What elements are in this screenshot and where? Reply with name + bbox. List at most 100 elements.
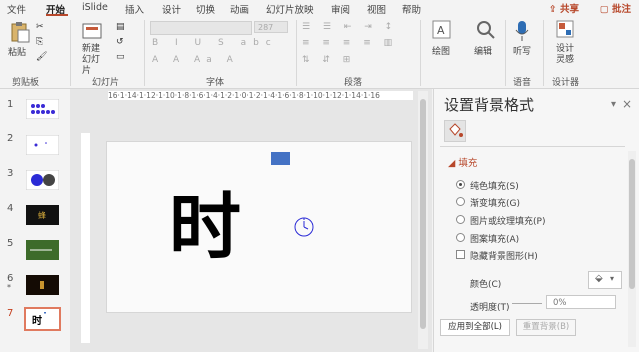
tab-slideshow[interactable]: 幻灯片放映 (266, 2, 314, 16)
slide-thumbnail-3[interactable] (26, 170, 59, 190)
slide-editor: 16·1·14·1·12·1·10·1·8·1·6·1·4·1·2·1·0·1·… (70, 89, 432, 352)
slides-group-label: 幻灯片 (92, 78, 120, 88)
paste-label: 粘贴 (8, 48, 27, 58)
tab-design[interactable]: 设计 (162, 2, 181, 16)
horizontal-ruler: 16·1·14·1·12·1·10·1·8·1·6·1·4·1·2·1·0·1·… (108, 91, 413, 100)
tab-file[interactable]: 文件 (7, 2, 26, 16)
font-style-buttons[interactable]: B I U S abc (152, 38, 278, 48)
designer-icon[interactable] (556, 20, 574, 40)
list-buttons[interactable]: ☰ ☰ ⇤ ⇥ ↕ (302, 22, 397, 32)
tab-insert[interactable]: 插入 (125, 2, 144, 16)
pattern-fill-label[interactable]: 图案填充(A) (470, 232, 519, 245)
group-separator (144, 20, 145, 86)
text-direction-buttons[interactable]: ⇅ ⇵ ⊞ (302, 55, 355, 65)
editor-scrollbar[interactable] (418, 91, 428, 349)
picture-fill-label[interactable]: 图片或纹理填充(P) (470, 214, 545, 227)
hide-background-label[interactable]: 隐藏背景图形(H) (470, 249, 538, 262)
section-icon[interactable]: ▭ (116, 52, 128, 62)
align-buttons[interactable]: ≡ ≡ ≡ ≡ ▥ (302, 38, 397, 48)
vertical-ruler (81, 133, 90, 343)
hide-background-checkbox[interactable] (456, 250, 465, 259)
solid-fill-label[interactable]: 纯色填充(S) (470, 179, 519, 192)
drawing-label: 绘图 (432, 47, 451, 57)
chevron-down-icon[interactable]: ▾ (611, 99, 616, 110)
svg-text:A: A (437, 24, 445, 37)
comment-button[interactable]: ▢ 批注 (600, 1, 631, 15)
gradient-fill-radio[interactable] (456, 197, 465, 206)
transparency-label: 透明度(T) (470, 303, 510, 313)
color-label: 颜色(C) (470, 280, 502, 290)
drawing-icon[interactable]: A (432, 20, 452, 40)
group-separator (420, 20, 421, 86)
paint-bucket-icon: ⬙ (595, 273, 603, 284)
group-separator (296, 20, 297, 86)
slide-thumbnail-1[interactable] (26, 99, 59, 119)
share-icon: ⇪ (548, 4, 557, 15)
font-name-box[interactable] (150, 21, 252, 35)
animation-star-icon: * (7, 283, 11, 292)
solid-fill-radio[interactable] (456, 180, 465, 189)
fill-section-header[interactable]: ◢ 填充 (448, 155, 477, 169)
panel-scrollbar[interactable] (628, 151, 636, 347)
tab-animations[interactable]: 动画 (230, 2, 249, 16)
picture-fill-radio[interactable] (456, 215, 465, 224)
fill-bucket-icon[interactable] (444, 120, 466, 142)
designer-group-label: 设计器 (552, 78, 580, 88)
group-separator (70, 20, 71, 86)
comment-icon: ▢ (599, 4, 609, 15)
gradient-fill-label[interactable]: 渐变填充(G) (470, 196, 520, 209)
slide-number: 7 (7, 308, 14, 319)
slide-thumbnail-5[interactable] (26, 240, 59, 260)
panel-title: 设置背景格式 (444, 96, 535, 114)
slide-title-text[interactable]: 时 (169, 168, 241, 273)
slide-thumbnail-7[interactable]: 时 (24, 307, 61, 331)
menu-bar: 文件 开始 iSlide 插入 设计 切换 动画 幻灯片放映 审阅 视图 帮助 … (0, 0, 639, 16)
transparency-slider[interactable] (512, 303, 542, 304)
divider (440, 146, 625, 147)
tab-islide[interactable]: iSlide (82, 2, 108, 13)
group-separator (505, 20, 506, 86)
microphone-icon[interactable] (514, 20, 530, 42)
dictate-label: 听写 (513, 47, 532, 57)
panel-scrollbar-thumb[interactable] (629, 159, 635, 289)
editing-icon[interactable] (476, 20, 496, 40)
new-slide-label: 新建 幻灯片 (82, 44, 101, 76)
apply-to-all-button[interactable]: 应用到全部(L) (440, 319, 510, 336)
slide-thumbnail-6[interactable] (26, 275, 59, 295)
svg-text:时: 时 (32, 314, 42, 327)
designer-label: 设计 灵感 (556, 44, 575, 65)
svg-text:蜂: 蜂 (38, 210, 46, 220)
ribbon: 粘贴 ✂ ⎘ 🖌 剪贴板 新建 幻灯片 ▤ ↺ ▭ 幻灯片 287 B I U … (0, 16, 639, 89)
layout-icon[interactable]: ▤ (116, 22, 128, 32)
pattern-fill-radio[interactable] (456, 233, 465, 242)
share-button[interactable]: ⇪ 共享 (549, 1, 579, 15)
format-background-panel: 设置背景格式 ▾ × ◢ 填充 纯色填充(S) 渐变填充(G) 图片或纹理填充(… (433, 89, 639, 352)
slide-number: 3 (7, 168, 14, 179)
tab-transitions[interactable]: 切换 (196, 2, 215, 16)
transparency-input[interactable]: 0% (546, 295, 616, 309)
paste-icon[interactable] (10, 21, 30, 43)
copy-icon[interactable]: ⎘ (36, 37, 48, 47)
slide-canvas[interactable]: 时 (106, 141, 412, 313)
share-label: 共享 (559, 4, 579, 15)
clock-icon[interactable] (293, 216, 315, 238)
font-color-buttons[interactable]: A A Aa A (152, 55, 239, 65)
editor-scrollbar-thumb[interactable] (420, 99, 426, 329)
paragraph-group-label: 段落 (344, 78, 363, 88)
slide-thumbnail-4[interactable]: 蜂 (26, 205, 59, 225)
tab-review[interactable]: 审阅 (331, 2, 350, 16)
format-painter-icon[interactable]: 🖌 (36, 52, 48, 62)
blue-rectangle-shape[interactable] (271, 152, 290, 165)
new-slide-icon[interactable] (82, 21, 104, 41)
cut-icon[interactable]: ✂ (36, 22, 48, 32)
tab-help[interactable]: 帮助 (402, 2, 421, 16)
close-icon[interactable]: × (622, 97, 632, 111)
tab-view[interactable]: 视图 (367, 2, 386, 16)
slide-thumbnail-2[interactable] (26, 135, 59, 155)
reset-background-button[interactable]: 重置背景(B) (516, 319, 576, 336)
color-picker-button[interactable]: ⬙ ▾ (588, 271, 622, 289)
reset-icon[interactable]: ↺ (116, 37, 128, 47)
font-size-box[interactable]: 287 (254, 21, 288, 33)
thumbnail-pane: 1 2 3 4 蜂 5 6 * 7 时 (0, 89, 70, 352)
slide-number: 2 (7, 133, 14, 144)
